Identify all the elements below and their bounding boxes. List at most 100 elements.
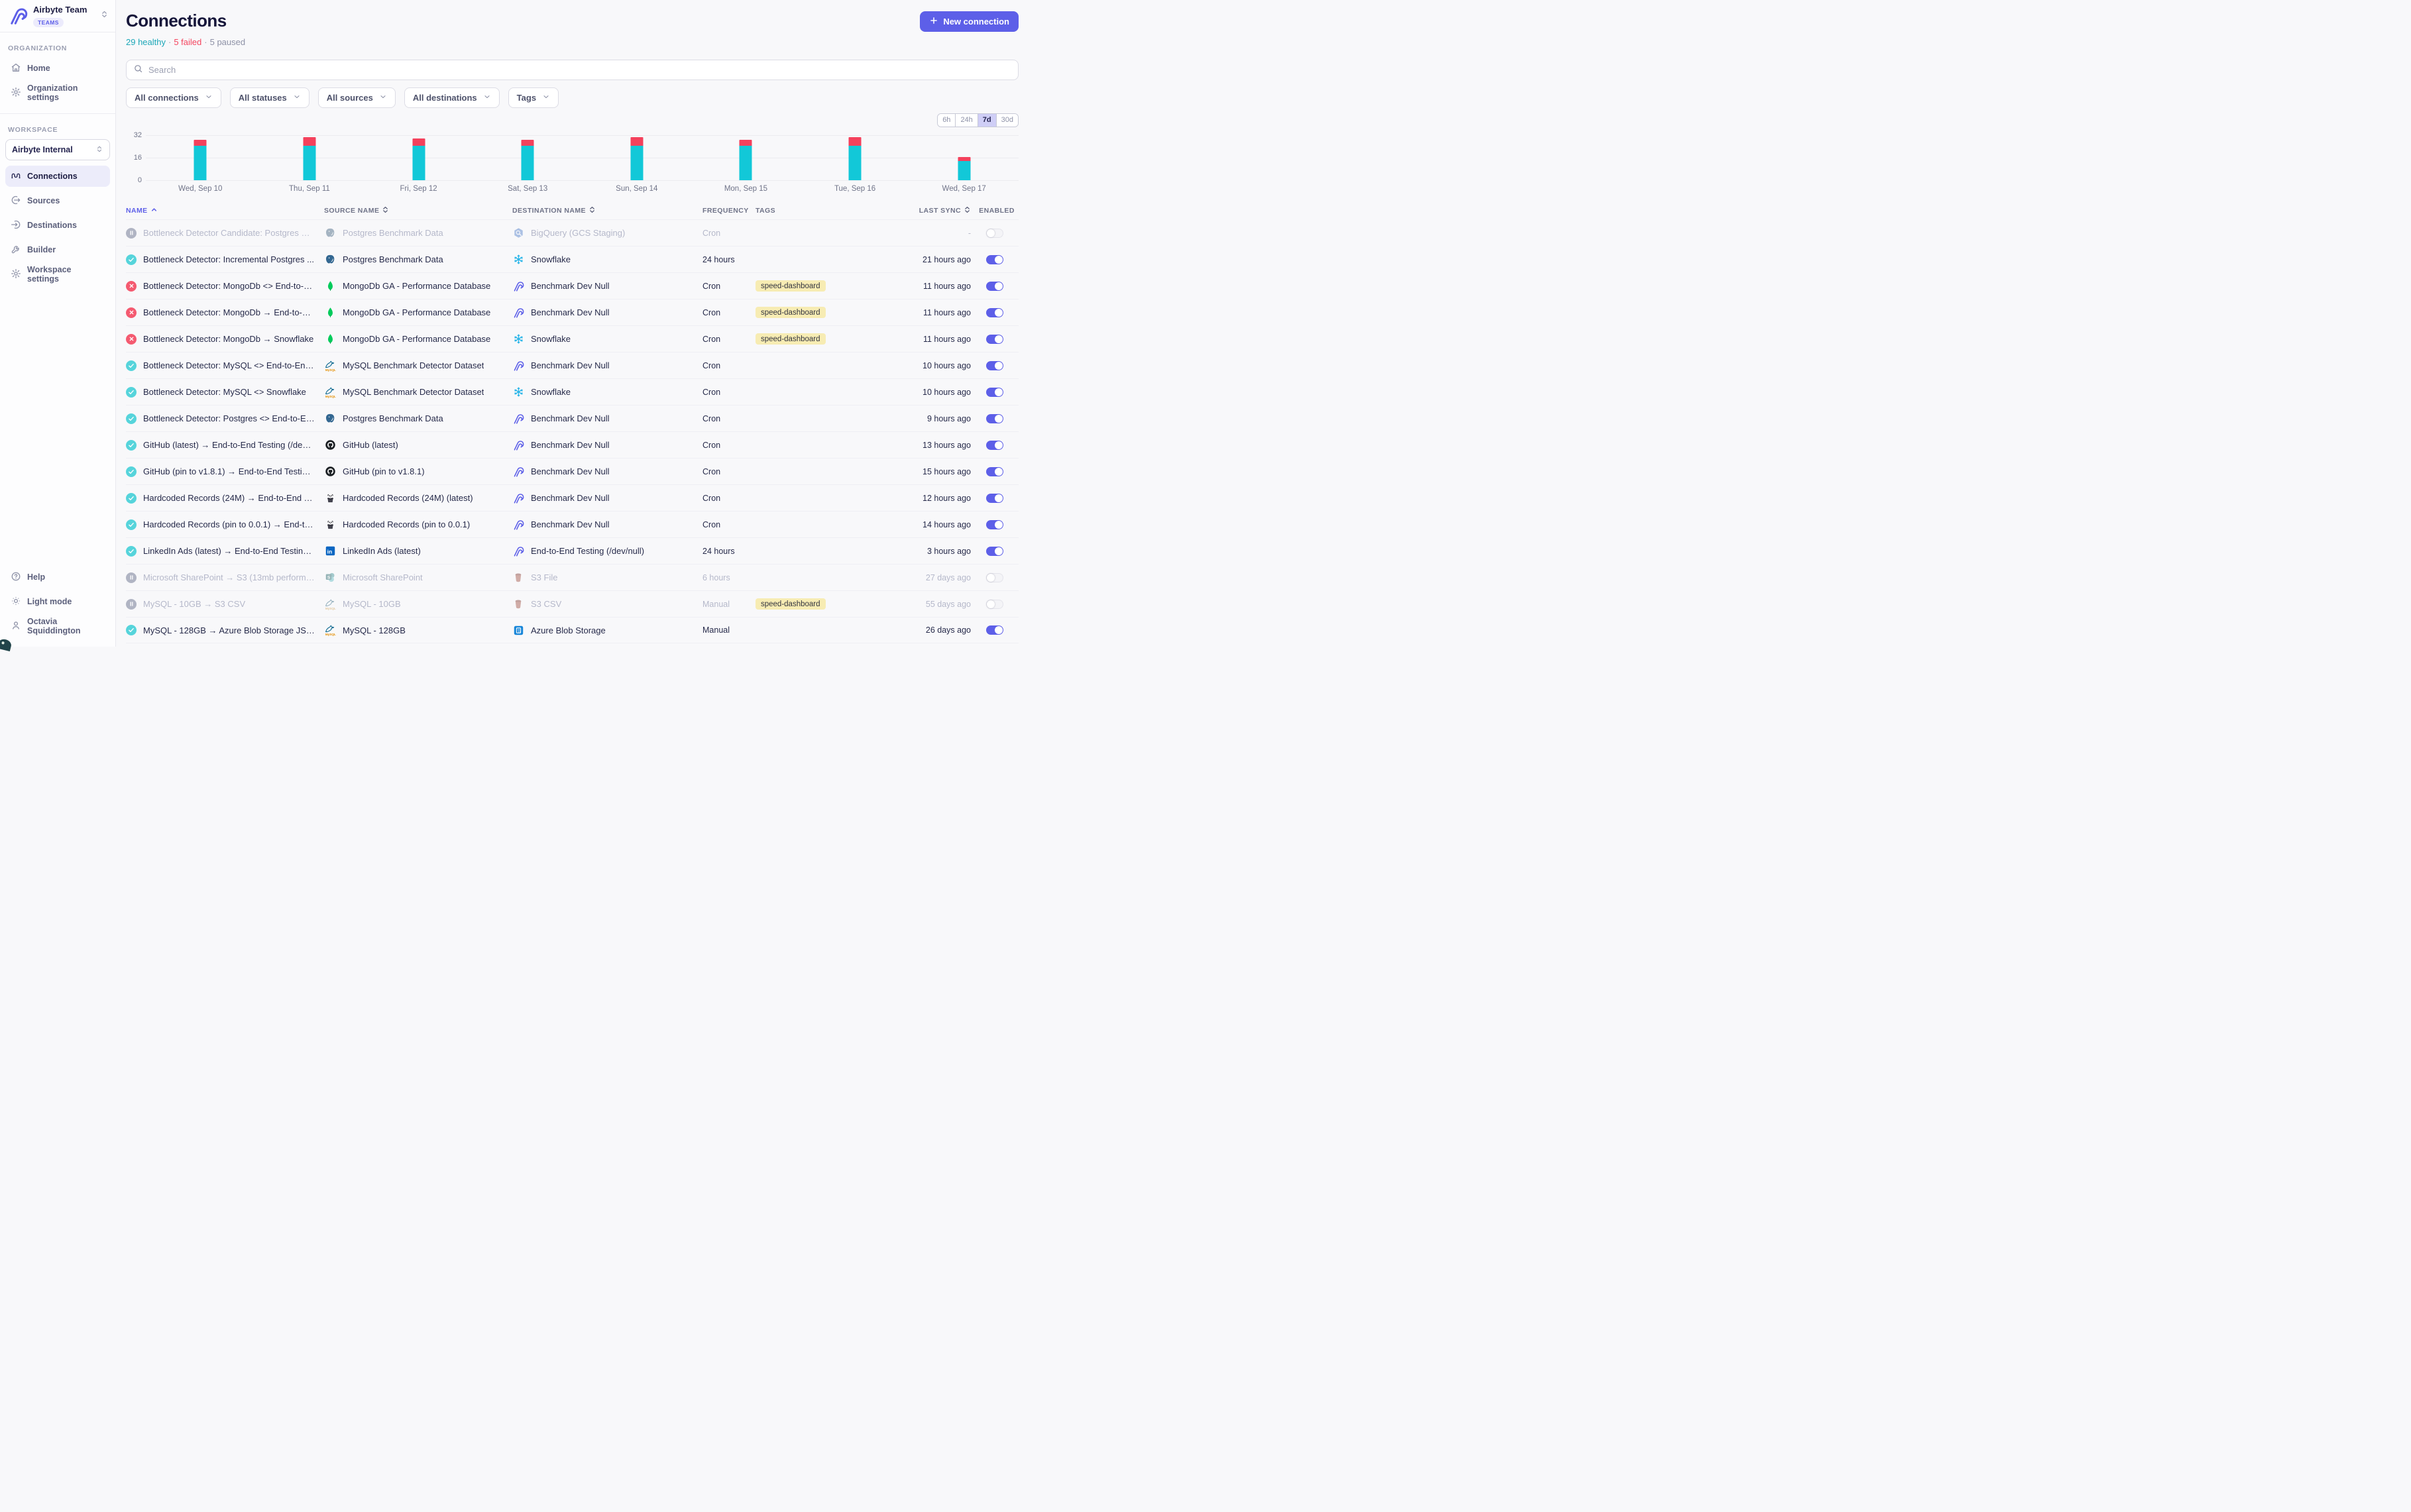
enabled-toggle[interactable] bbox=[986, 520, 1003, 529]
chart-bar[interactable] bbox=[691, 135, 801, 180]
sidebar-item-destinations[interactable]: Destinations bbox=[5, 215, 110, 236]
chart-x-tick: Wed, Sep 10 bbox=[146, 185, 255, 193]
sort-chevrons-icon bbox=[382, 206, 389, 215]
sidebar-item-help[interactable]: Help bbox=[5, 567, 110, 588]
source-name: Hardcoded Records (24M) (latest) bbox=[343, 493, 473, 503]
filter-tags[interactable]: Tags bbox=[508, 87, 559, 108]
airbyte-icon bbox=[512, 280, 524, 292]
sidebar-item-home[interactable]: Home bbox=[5, 58, 110, 79]
enabled-toggle[interactable] bbox=[986, 361, 1003, 370]
enabled-toggle[interactable] bbox=[986, 441, 1003, 450]
enabled-toggle[interactable] bbox=[986, 573, 1003, 582]
mysql-icon: MySQL bbox=[324, 360, 336, 372]
new-connection-button[interactable]: New connection bbox=[920, 11, 1019, 32]
enabled-toggle[interactable] bbox=[986, 600, 1003, 609]
connection-name: Bottleneck Detector: MySQL <> End-to-End… bbox=[143, 360, 315, 370]
table-row[interactable]: Hardcoded Records (pin to 0.0.1) → End-t… bbox=[126, 511, 1019, 537]
status-healthy-icon bbox=[126, 360, 137, 371]
enabled-toggle[interactable] bbox=[986, 625, 1003, 635]
table-row[interactable]: Microsoft SharePoint → S3 (13mb performa… bbox=[126, 564, 1019, 590]
connection-name: GitHub (latest) → End-to-End Testing (/d… bbox=[143, 440, 315, 450]
table-row[interactable]: Bottleneck Detector: MySQL <> SnowflakeM… bbox=[126, 378, 1019, 405]
table-row[interactable]: Bottleneck Detector: MySQL <> End-to-End… bbox=[126, 352, 1019, 378]
source-name: Postgres Benchmark Data bbox=[343, 228, 443, 238]
column-header-last-sync[interactable]: LAST SYNC bbox=[912, 206, 971, 215]
sidebar-item-light-mode[interactable]: Light mode bbox=[5, 591, 110, 612]
source-name: MySQL Benchmark Detector Dataset bbox=[343, 360, 484, 370]
org-switcher[interactable]: Airbyte Team TEAMS bbox=[0, 0, 115, 32]
filter-all-statuses[interactable]: All statuses bbox=[230, 87, 309, 108]
table-row[interactable]: Bottleneck Detector: Postgres <> End-to-… bbox=[126, 405, 1019, 431]
destination-name: Benchmark Dev Null bbox=[531, 281, 610, 291]
destination-name: Snowflake bbox=[531, 334, 571, 344]
sidebar-item-builder[interactable]: Builder bbox=[5, 239, 110, 260]
source-name: GitHub (pin to v1.8.1) bbox=[343, 466, 425, 476]
column-header-frequency: FREQUENCY bbox=[702, 207, 756, 215]
filter-all-destinations[interactable]: All destinations bbox=[404, 87, 500, 108]
sidebar-item-user[interactable]: Octavia Squiddington bbox=[5, 616, 110, 637]
search-input[interactable] bbox=[148, 65, 1011, 75]
last-sync: 21 hours ago bbox=[912, 255, 971, 264]
organization-nav: Home Organization settings bbox=[0, 58, 115, 107]
svg-text:01: 01 bbox=[518, 630, 520, 633]
enabled-toggle[interactable] bbox=[986, 547, 1003, 556]
last-sync: 12 hours ago bbox=[912, 494, 971, 503]
table-row[interactable]: Bottleneck Detector: MongoDb <> End-to-E… bbox=[126, 272, 1019, 299]
table-row[interactable]: Bottleneck Detector: MongoDb → Snowflake… bbox=[126, 325, 1019, 352]
sidebar-item-connections[interactable]: Connections bbox=[5, 166, 110, 187]
frequency: Manual bbox=[702, 625, 756, 635]
sidebar-item-label: Sources bbox=[27, 196, 60, 205]
sidebar-item-workspace-settings[interactable]: Workspace settings bbox=[5, 264, 110, 285]
mysql-icon: MySQL bbox=[324, 624, 336, 636]
chart-bar[interactable] bbox=[473, 135, 583, 180]
table-row[interactable]: Hardcoded Records (24M) → End-to-End Te.… bbox=[126, 484, 1019, 511]
column-header-tags: TAGS bbox=[756, 207, 912, 215]
table-row[interactable]: MySQL - 10GB → S3 CSVMySQLMySQL - 10GBS3… bbox=[126, 590, 1019, 617]
home-icon bbox=[11, 62, 21, 75]
destination-name: Snowflake bbox=[531, 387, 571, 397]
time-range-6h[interactable]: 6h bbox=[938, 114, 955, 127]
enabled-toggle[interactable] bbox=[986, 255, 1003, 264]
table-row[interactable]: GitHub (latest) → End-to-End Testing (/d… bbox=[126, 431, 1019, 458]
sync-history-chart: 32160 Wed, Sep 10Thu, Sep 11Fri, Sep 12S… bbox=[126, 135, 1019, 193]
table-row[interactable]: Bottleneck Detector: Incremental Postgre… bbox=[126, 246, 1019, 272]
sidebar-item-sources[interactable]: Sources bbox=[5, 190, 110, 211]
table-row[interactable]: GitHub (pin to v1.8.1) → End-to-End Test… bbox=[126, 458, 1019, 484]
source-icon bbox=[11, 195, 21, 207]
column-header-destination[interactable]: DESTINATION NAME bbox=[512, 206, 702, 215]
status-healthy-icon bbox=[126, 519, 137, 530]
chart-bar[interactable] bbox=[255, 135, 364, 180]
connection-name: Hardcoded Records (pin to 0.0.1) → End-t… bbox=[143, 519, 315, 529]
enabled-toggle[interactable] bbox=[986, 494, 1003, 503]
enabled-toggle[interactable] bbox=[986, 282, 1003, 291]
table-row[interactable]: Bottleneck Detector: MongoDb → End-to-En… bbox=[126, 299, 1019, 325]
sidebar-item-organization-settings[interactable]: Organization settings bbox=[5, 82, 110, 103]
enabled-toggle[interactable] bbox=[986, 467, 1003, 476]
table-row[interactable]: LinkedIn Ads (latest) → End-to-End Testi… bbox=[126, 537, 1019, 564]
workspace-selector[interactable]: Airbyte Internal bbox=[5, 139, 110, 160]
enabled-toggle[interactable] bbox=[986, 414, 1003, 423]
chart-bar[interactable] bbox=[364, 135, 473, 180]
chart-bar[interactable] bbox=[909, 135, 1019, 180]
enabled-toggle[interactable] bbox=[986, 388, 1003, 397]
table-row[interactable]: MySQL - 128GB → Azure Blob Storage JSOn … bbox=[126, 617, 1019, 643]
enabled-toggle[interactable] bbox=[986, 335, 1003, 344]
enabled-toggle[interactable] bbox=[986, 229, 1003, 238]
time-range-30d[interactable]: 30d bbox=[996, 114, 1018, 127]
search-bar bbox=[126, 60, 1019, 80]
chart-bar[interactable] bbox=[146, 135, 255, 180]
table-body: Bottleneck Detector Candidate: Postgres … bbox=[126, 219, 1019, 643]
column-header-name[interactable]: NAME bbox=[126, 206, 324, 215]
filter-all-sources[interactable]: All sources bbox=[318, 87, 396, 108]
table-row[interactable]: Bottleneck Detector Candidate: Postgres … bbox=[126, 219, 1019, 246]
enabled-toggle[interactable] bbox=[986, 308, 1003, 317]
column-header-source[interactable]: SOURCE NAME bbox=[324, 206, 512, 215]
chart-bar[interactable] bbox=[583, 135, 692, 180]
connections-page: Connections 29 healthy·5 failed·5 paused… bbox=[116, 0, 1031, 647]
filter-all-connections[interactable]: All connections bbox=[126, 87, 221, 108]
source-name: MongoDb GA - Performance Database bbox=[343, 281, 490, 291]
time-range-7d[interactable]: 7d bbox=[978, 114, 996, 127]
time-range-24h[interactable]: 24h bbox=[955, 114, 977, 127]
chart-bar[interactable] bbox=[801, 135, 910, 180]
last-sync: 11 hours ago bbox=[912, 335, 971, 344]
